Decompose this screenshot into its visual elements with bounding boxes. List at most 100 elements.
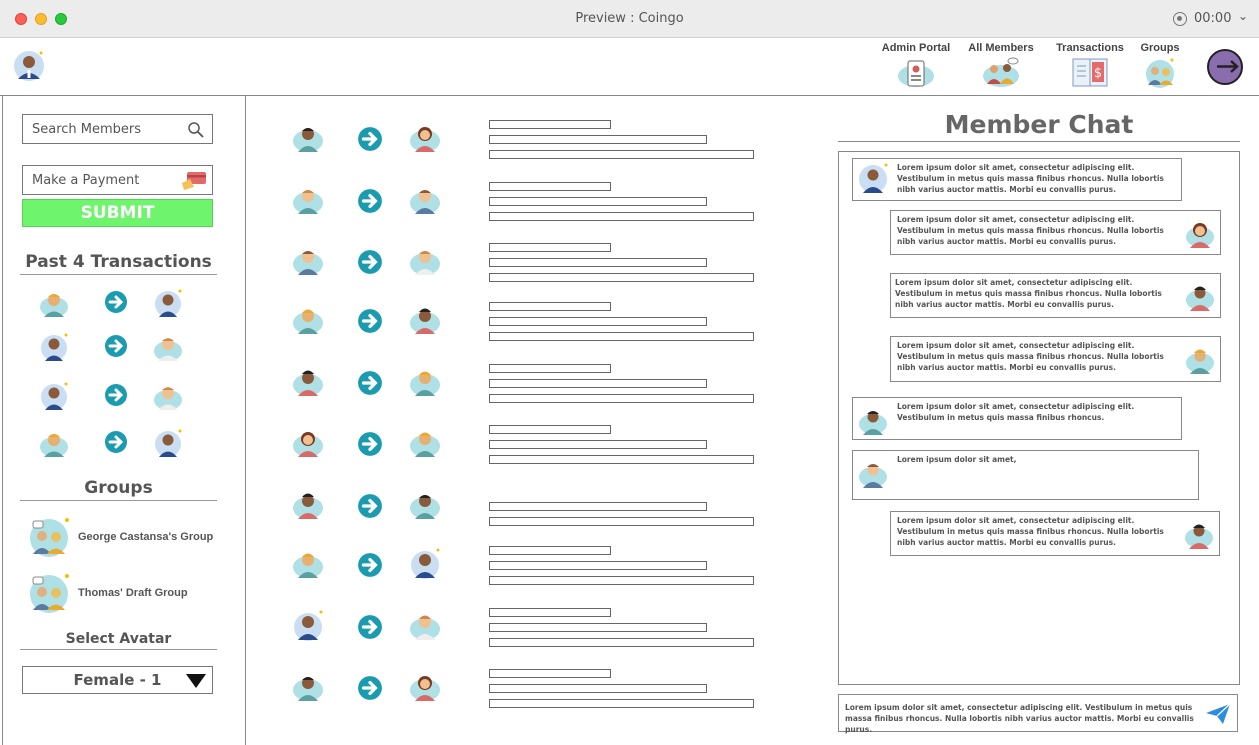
arrow-right-icon [105,335,127,357]
transaction-row[interactable] [290,364,760,404]
group-avatar-icon [30,574,69,613]
group-item[interactable]: Thomas' Draft Group [27,572,227,616]
detail-bar [489,317,707,326]
current-user-avatar[interactable] [12,49,46,88]
avatar [155,289,182,317]
transaction-row[interactable] [290,120,760,160]
chat-message: Lorem ipsum dolor sit amet, [852,450,1199,500]
avatar [293,677,323,701]
avatar [410,371,440,396]
arrow-right-icon [358,553,382,577]
arrow-right-icon [358,127,382,151]
past-transaction-row[interactable] [37,288,187,318]
past-transaction-row[interactable] [37,332,187,362]
detail-bar [489,440,707,449]
avatar [410,190,440,214]
avatar [1186,349,1214,374]
avatar [40,434,68,457]
group-item[interactable]: George Castansa's Group [27,516,227,560]
avatar [293,432,323,457]
detail-bar [489,243,611,252]
record-icon[interactable] [1173,12,1187,26]
avatar [410,676,440,701]
avatar [293,251,323,275]
detail-bar [489,546,611,555]
arrow-right-icon [358,371,382,395]
search-icon[interactable] [187,121,204,138]
avatar [410,308,440,334]
chevron-down-icon[interactable]: ⌄ [1238,9,1248,23]
make-payment-input[interactable]: Make a Payment [22,165,213,195]
avatar [293,128,323,152]
nav-groups[interactable]: Groups [1138,42,1182,90]
avatar [410,432,440,457]
transaction-row[interactable] [290,425,760,465]
transaction-row[interactable] [290,669,760,709]
chat-messages-panel[interactable]: Lorem ipsum dolor sit amet, consectetur … [838,151,1240,685]
groups-title: Groups [20,478,217,501]
detail-bar [489,332,754,341]
group-avatar-icon [30,518,69,557]
transaction-row[interactable] [290,182,760,222]
past-transaction-row[interactable] [37,428,187,458]
detail-bar [489,364,611,373]
detail-bar [489,638,754,647]
arrow-right-icon [105,384,127,406]
search-members-input[interactable]: Search Members [22,114,213,144]
chat-message: Lorem ipsum dolor sit amet, consectetur … [852,158,1182,201]
credit-card-icon [182,172,206,190]
avatar [1186,286,1214,311]
admin-badge-icon [898,60,934,87]
avatar-select[interactable]: Female - 1 [22,666,213,694]
transaction-row[interactable] [290,302,760,342]
avatar [293,309,323,334]
transaction-row[interactable] [290,546,760,586]
avatar [294,610,323,641]
detail-bar [489,212,754,221]
detail-bar [489,699,754,708]
nav-all-members[interactable]: All Members [964,42,1038,90]
detail-bar [489,135,707,144]
logout-icon [1217,60,1239,73]
arrow-right-icon [358,432,382,456]
avatar [40,294,68,317]
transaction-row[interactable] [290,608,760,648]
detail-bar [489,197,707,206]
avatar [155,429,182,457]
chat-message: Lorem ipsum dolor sit amet, consectetur … [852,397,1182,440]
nav-transactions[interactable]: Transactions $ [1053,42,1127,90]
avatar [293,370,323,396]
sidebar: Search Members Make a Payment SUBMIT Pas… [2,96,246,745]
avatar [293,190,323,214]
send-icon[interactable] [1205,703,1231,725]
avatar [859,464,887,488]
detail-bar [489,561,707,570]
avatar [41,333,68,361]
nav-admin-portal[interactable]: Admin Portal [878,42,954,90]
arrow-right-icon [358,309,382,333]
detail-bar [489,684,707,693]
chat-message-input[interactable]: Lorem ipsum dolor sit amet, consectetur … [838,694,1238,734]
avatar [410,251,440,275]
chat-message: Lorem ipsum dolor sit amet, consectetur … [890,273,1221,318]
arrow-right-icon [358,494,382,518]
logout-button[interactable] [1207,49,1243,85]
past-transactions-title: Past 4 Transactions [20,252,217,275]
avatar [154,387,182,410]
detail-bar [489,120,611,129]
avatar [293,493,323,519]
avatar [411,548,440,579]
submit-button[interactable]: SUBMIT [22,199,213,227]
detail-bar [489,150,754,159]
avatar [1186,223,1214,248]
avatar [1185,524,1213,549]
transaction-row[interactable] [290,487,760,527]
avatar [410,615,440,640]
select-avatar-title: Select Avatar [20,631,217,650]
transaction-row[interactable] [290,243,760,283]
chat-message: Lorem ipsum dolor sit amet, consectetur … [890,336,1221,382]
arrow-right-icon [105,291,127,313]
past-transaction-row[interactable] [37,381,187,411]
app-header: Admin Portal All Members Transactions $ … [0,39,1259,96]
chat-message: Lorem ipsum dolor sit amet, consectetur … [890,210,1221,255]
